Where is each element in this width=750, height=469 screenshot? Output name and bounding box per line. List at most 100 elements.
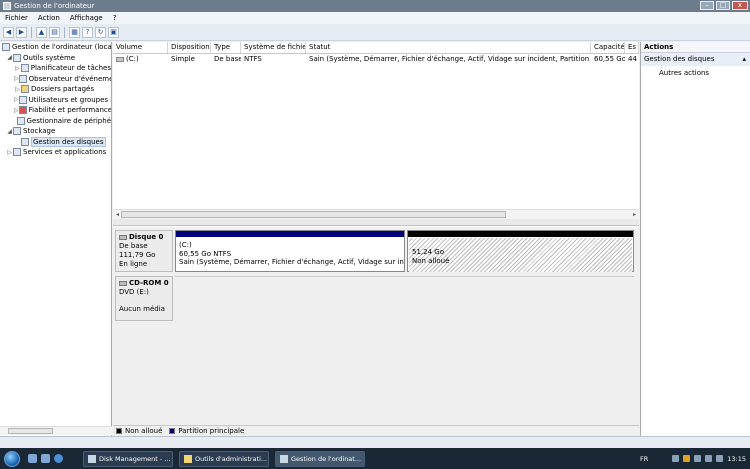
disk-state: Aucun média [119,305,165,313]
legend-swatch-unallocated [116,428,122,434]
back-arrow-icon[interactable]: ◀ [3,26,14,38]
maximize-button[interactable]: □ [716,1,730,10]
clock-icon [20,64,29,73]
taskbar-item-label: Disk Management - ... [99,454,171,463]
column-header-free-space[interactable]: Es [625,42,639,53]
properties-icon[interactable]: ▦ [69,26,80,38]
tree-item-label: Gestion de l'ordinateur (local) [12,43,111,52]
up-folder-icon[interactable]: ▲ [36,26,47,38]
tree-item-gestion-disques[interactable]: Gestion des disques [0,136,111,148]
minimize-button[interactable]: – [700,1,714,10]
toolbar-separator [31,26,32,38]
tree-item-observateur[interactable]: ▷ Observateur d'événeme [0,74,111,85]
taskbar-item-gestion-ordinateur[interactable]: Gestion de l'ordinat... [275,450,365,467]
tree-item-services[interactable]: ▷ Services et applications [0,147,111,158]
scrollbar-thumb[interactable] [121,211,506,218]
internet-explorer-icon[interactable] [54,454,63,463]
tree-item-stockage[interactable]: ◢ Stockage [0,126,111,137]
menu-action[interactable]: Action [38,14,60,22]
switch-windows-icon[interactable] [41,454,50,463]
tree-item-fiabilite[interactable]: ▷ Fiabilité et performance [0,105,111,116]
start-button[interactable] [0,448,24,469]
legend-label-unallocated: Non alloué [125,427,163,435]
tree-item-label: Observateur d'événeme [28,74,111,83]
tree-expander[interactable]: ◢ [6,54,13,61]
tree-expander[interactable]: ▷ [6,149,13,156]
computer-management-icon [280,454,288,463]
column-header-capacity[interactable]: Capacité [591,42,625,53]
clock[interactable]: 13:15 [727,455,746,463]
scroll-right-icon[interactable]: ▸ [631,211,638,218]
tree-expander[interactable]: ▷ [14,65,21,72]
network-icon[interactable] [694,455,702,462]
tree-item-outils-systeme[interactable]: ◢ Outils système [0,53,111,64]
menu-help[interactable]: ? [113,14,117,22]
window-title: Gestion de l'ordinateur [14,2,95,10]
security-shield-icon[interactable] [683,455,691,462]
column-header-volume[interactable]: Volume [113,42,168,53]
collapse-arrow-icon[interactable]: ▴ [742,53,746,66]
tree-item-dossiers-partages[interactable]: ▷ Dossiers partagés [0,84,111,95]
tree-expander[interactable]: ▷ [14,86,21,93]
cell-status: Sain (Système, Démarrer, Fichier d'échan… [309,55,591,63]
disk-0-label[interactable]: Disque 0 De base 111,79 Go En ligne [115,230,173,272]
show-tree-icon[interactable]: ▤ [49,26,60,38]
toolbar-separator [64,26,65,38]
tree-expander[interactable]: ◢ [6,128,13,135]
toolbar: ◀ ▶ ▲ ▤ ▦ ? ↻ ▣ [0,24,750,41]
volume-icon[interactable] [705,455,713,462]
close-button[interactable]: x [732,1,748,10]
show-desktop-icon[interactable] [28,454,37,463]
column-header-filesystem[interactable]: Système de fichiers [241,42,306,53]
legend: Non alloué Partition principale [113,425,639,436]
menu-affichage[interactable]: Affichage [70,14,103,22]
table-row[interactable]: (C:) Simple De base NTFS Sain (Système, … [113,54,639,64]
partition-c[interactable]: (C:) 60,55 Go NTFS Sain (Système, Démarr… [175,230,405,272]
column-header-disposition[interactable]: Disposition [168,42,211,53]
tree-item-gestionnaire-peripheriques[interactable]: Gestionnaire de périphé [0,116,111,127]
scroll-left-icon[interactable]: ◂ [114,211,121,218]
event-viewer-icon [18,74,27,83]
refresh-icon[interactable]: ↻ [95,26,106,38]
title-bar[interactable]: Gestion de l'ordinateur – □ x [0,0,750,12]
partition-status: Non alloué [412,256,450,265]
disk-management-icon [21,137,29,146]
tree-item-label: Utilisateurs et groupes l [28,95,111,104]
actions-section-gestion-disques[interactable]: Gestion des disques ▴ [641,53,750,66]
disk-type: De base [119,242,148,250]
actions-pane: Actions Gestion des disques ▴ Autres act… [640,42,750,436]
tree-item-utilisateurs[interactable]: ▷ Utilisateurs et groupes l [0,95,111,106]
tree-item-planificateur[interactable]: ▷ Planificateur de tâches [0,63,111,74]
disk-name: Disque 0 [129,233,164,241]
device-manager-icon [16,116,25,125]
tools-icon [13,53,21,62]
taskbar-item-outils-administration[interactable]: Outils d'administrati... [179,450,269,467]
actions-header: Actions [641,42,750,53]
taskbar-item-disk-management[interactable]: Disk Management - ... [83,450,173,467]
tree-horizontal-scrollbar[interactable] [0,426,112,435]
cell-type: De base [214,55,241,63]
volume-list-horizontal-scrollbar[interactable]: ◂ ▸ [113,209,639,219]
tree-item-label: Dossiers partagés [31,85,95,94]
tree-item-label: Fiabilité et performance [28,106,111,115]
tree-item-root[interactable]: Gestion de l'ordinateur (local) [0,42,111,53]
cdrom-0-label[interactable]: CD-ROM 0 DVD (E:) Aucun média [115,276,173,321]
tree-item-label: Services et applications [23,148,107,157]
window: Gestion de l'ordinateur – □ x Fichier Ac… [0,0,750,469]
windows-orb-icon [4,450,20,467]
partition-label: (C:) [179,241,192,249]
help-tray-icon[interactable] [672,455,680,462]
column-header-status[interactable]: Statut [306,42,591,53]
forward-arrow-icon[interactable]: ▶ [16,26,27,38]
help-icon[interactable]: ? [82,26,93,38]
language-indicator[interactable]: FR [640,455,648,463]
menu-fichier[interactable]: Fichier [5,14,28,22]
pane-splitter[interactable] [113,219,639,226]
scrollbar-thumb[interactable] [8,428,53,434]
quick-launch [28,454,63,463]
power-icon[interactable] [716,455,724,462]
column-header-type[interactable]: Type [211,42,241,53]
partition-unallocated[interactable]: 51,24 Go Non alloué [407,230,634,272]
action-autres-actions[interactable]: Autres actions [641,66,750,80]
export-icon[interactable]: ▣ [108,26,119,38]
